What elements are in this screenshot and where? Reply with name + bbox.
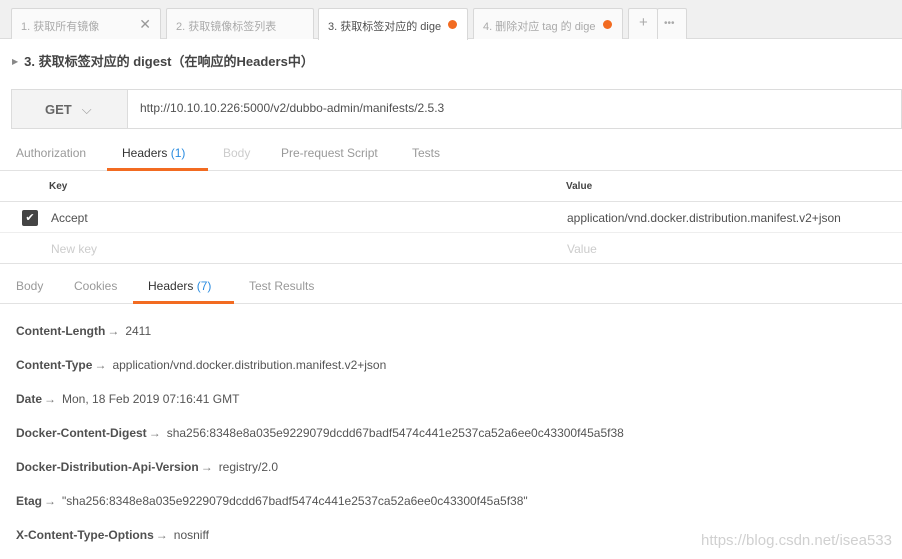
header-name: Content-Type bbox=[16, 358, 93, 372]
active-tab-underline bbox=[133, 301, 234, 304]
value-column-header: Value bbox=[566, 181, 593, 192]
tab-response-body[interactable]: Body bbox=[16, 279, 43, 293]
url-bar: GET ⌵ http://10.10.10.226:5000/v2/dubbo-a… bbox=[11, 89, 902, 129]
tab-2[interactable]: 2. 获取镜像标签列表 bbox=[166, 8, 314, 39]
tab-authorization[interactable]: Authorization bbox=[16, 146, 86, 160]
request-subtabs: Authorization Headers (1) Body Pre-reque… bbox=[0, 137, 902, 171]
header-name: Date bbox=[16, 392, 43, 406]
chevron-down-icon: ⌵ bbox=[81, 102, 92, 117]
tab-label: 4. 删除对应 tag 的 dige bbox=[483, 21, 596, 33]
checkbox-checked-icon[interactable]: ✔ bbox=[22, 210, 38, 226]
request-tab-bar: 1. 获取所有镜像 ✕ 2. 获取镜像标签列表 3. 获取标签对应的 dige 4… bbox=[0, 0, 902, 40]
tab-3[interactable]: 3. 获取标签对应的 dige bbox=[318, 8, 468, 40]
header-name: Docker-Distribution-Api-Version bbox=[16, 460, 199, 474]
close-icon[interactable]: ✕ bbox=[139, 16, 151, 33]
header-name: Content-Length bbox=[16, 324, 106, 338]
tab-label: Headers bbox=[122, 146, 168, 160]
tab-pre-request-script[interactable]: Pre-request Script bbox=[281, 146, 378, 160]
tab-response-headers[interactable]: Headers (7) bbox=[148, 279, 211, 293]
tab-label: Headers bbox=[148, 279, 194, 293]
response-header-row: Etag → "sha256:8348e8a035e9229079dcdd67bad… bbox=[16, 494, 528, 508]
header-value: registry/2.0 bbox=[218, 460, 279, 474]
watermark: https://blog.csdn.net/isea533 bbox=[701, 532, 892, 549]
tab-test-results[interactable]: Test Results bbox=[249, 279, 314, 293]
tab-label: 1. 获取所有镜像 bbox=[21, 21, 100, 33]
tab-label: 2. 获取镜像标签列表 bbox=[176, 21, 277, 33]
response-header-row: Docker-Content-Digest → sha256:8348e8a035e… bbox=[16, 426, 624, 440]
new-value-input[interactable]: Value bbox=[567, 242, 597, 256]
method-label: GET bbox=[45, 102, 72, 117]
unsaved-dot-icon bbox=[603, 20, 612, 29]
tab-tests[interactable]: Tests bbox=[412, 146, 440, 160]
request-title[interactable]: ▶ 3. 获取标签对应的 digest（在响应的Headers中） bbox=[12, 51, 314, 70]
more-tabs-button[interactable]: ••• bbox=[657, 8, 687, 39]
method-select[interactable]: GET ⌵ bbox=[12, 90, 128, 128]
response-header-row: Content-Type → application/vnd.docker.dist… bbox=[16, 358, 386, 372]
response-header-row: Content-Length → 2411 bbox=[16, 324, 151, 338]
header-value: sha256:8348e8a035e9229079dcdd67badf5474c… bbox=[166, 426, 624, 440]
headers-count: (1) bbox=[170, 146, 186, 160]
tab-1[interactable]: 1. 获取所有镜像 ✕ bbox=[11, 8, 161, 39]
tab-body[interactable]: Body bbox=[223, 146, 250, 160]
unsaved-dot-icon bbox=[448, 20, 457, 29]
arrow-right-icon: → bbox=[200, 460, 213, 474]
add-tab-button[interactable]: + bbox=[628, 8, 658, 39]
header-value: nosniff bbox=[173, 528, 209, 542]
arrow-right-icon: → bbox=[44, 392, 57, 406]
url-input[interactable]: http://10.10.10.226:5000/v2/dubbo-admin/… bbox=[140, 101, 444, 115]
arrow-right-icon: → bbox=[148, 426, 161, 440]
response-header-row: X-Content-Type-Options → nosniff bbox=[16, 528, 209, 542]
new-key-input[interactable]: New key bbox=[51, 242, 97, 256]
header-value: application/vnd.docker.distribution.mani… bbox=[112, 358, 387, 372]
headers-count: (7) bbox=[196, 279, 212, 293]
header-name: Etag bbox=[16, 494, 43, 508]
tab-label: 3. 获取标签对应的 dige bbox=[328, 21, 442, 33]
arrow-right-icon: → bbox=[155, 528, 168, 542]
table-row: ✔ Accept application/vnd.docker.distribu… bbox=[0, 202, 902, 233]
tab-4[interactable]: 4. 删除对应 tag 的 dige bbox=[473, 8, 623, 39]
header-value[interactable]: application/vnd.docker.distribution.mani… bbox=[567, 211, 841, 225]
header-value: 2411 bbox=[125, 324, 152, 338]
new-row: New key Value bbox=[0, 233, 902, 264]
header-name: Docker-Content-Digest bbox=[16, 426, 147, 440]
response-header-row: Date → Mon, 18 Feb 2019 07:16:41 GMT bbox=[16, 392, 239, 406]
table-header: Key Value bbox=[0, 171, 902, 202]
arrow-right-icon: → bbox=[107, 324, 120, 338]
header-value: Mon, 18 Feb 2019 07:16:41 GMT bbox=[62, 392, 240, 406]
caret-right-icon: ▶ bbox=[12, 57, 19, 66]
header-value: "sha256:8348e8a035e9229079dcdd67badf5474… bbox=[62, 494, 528, 508]
arrow-right-icon: → bbox=[44, 494, 57, 508]
key-column-header: Key bbox=[49, 181, 68, 192]
request-title-text: 3. 获取标签对应的 digest（在响应的Headers中） bbox=[24, 54, 314, 69]
arrow-right-icon: → bbox=[94, 358, 107, 372]
tab-cookies[interactable]: Cookies bbox=[74, 279, 117, 293]
header-key[interactable]: Accept bbox=[51, 211, 88, 225]
response-subtabs: Body Cookies Headers (7) Test Results bbox=[0, 270, 902, 304]
request-headers-table: Key Value ✔ Accept application/vnd.docke… bbox=[0, 171, 902, 264]
response-header-row: Docker-Distribution-Api-Version → registry… bbox=[16, 460, 278, 474]
header-name: X-Content-Type-Options bbox=[16, 528, 154, 542]
tab-headers[interactable]: Headers (1) bbox=[122, 146, 185, 160]
